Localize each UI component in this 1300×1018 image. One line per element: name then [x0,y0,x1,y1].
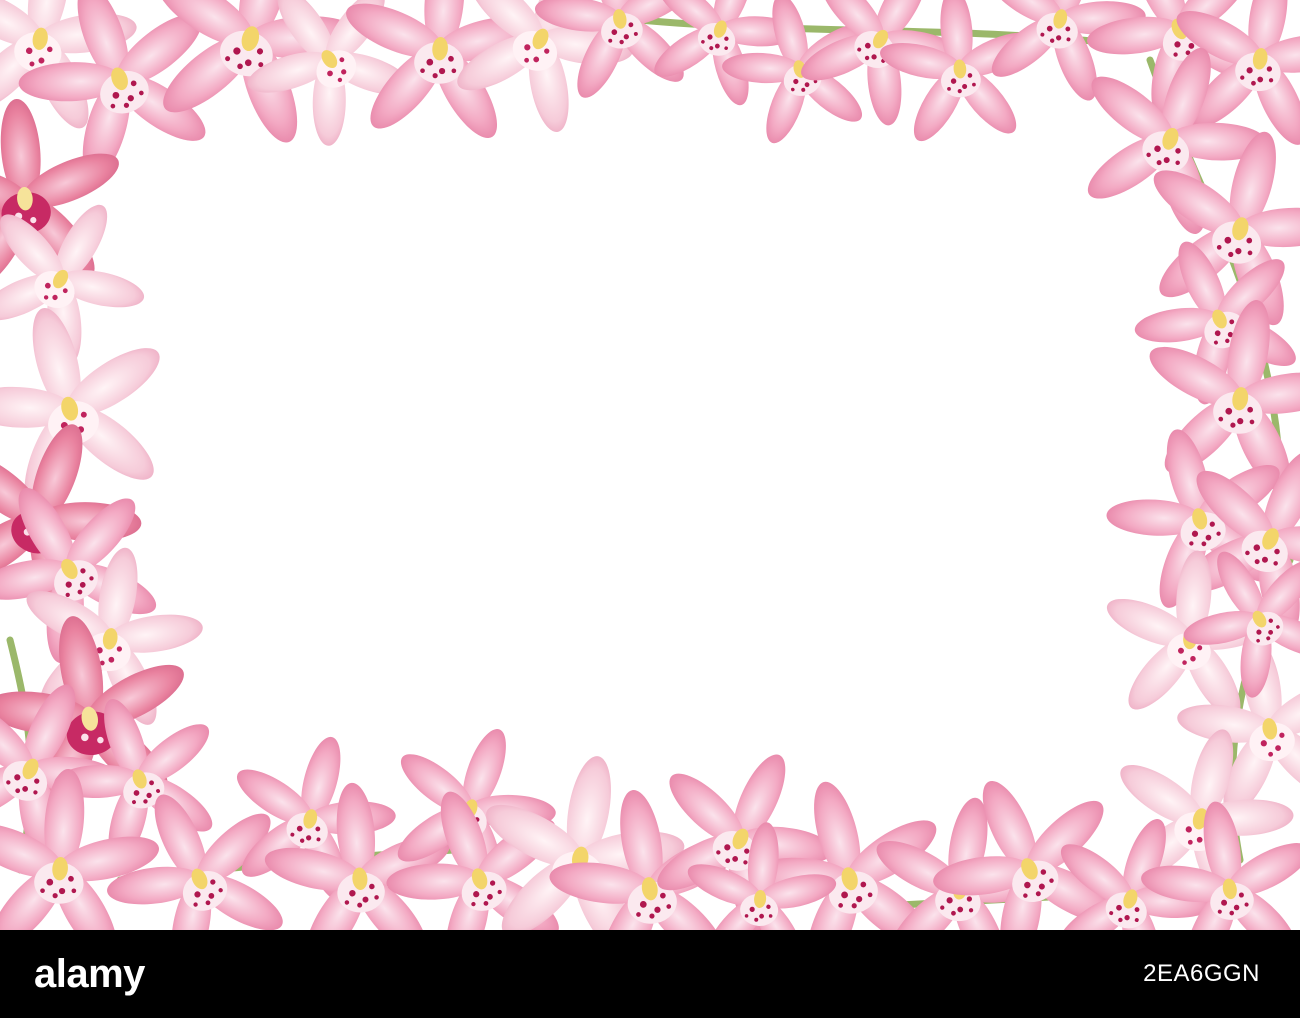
orchid-frame-photo [0,0,1300,930]
orchid-border-illustration [0,0,1300,930]
alamy-logo-text: alamy [34,952,145,996]
orchid-flowers [0,0,1300,930]
image-id: 2EA6GGN [1143,960,1260,987]
stems [6,16,1294,909]
alamy-logo: alamy [0,930,300,1018]
stock-photo-page: alamy 2EA6GGN [0,0,1300,1018]
watermark-bar: alamy 2EA6GGN [0,930,1300,1018]
